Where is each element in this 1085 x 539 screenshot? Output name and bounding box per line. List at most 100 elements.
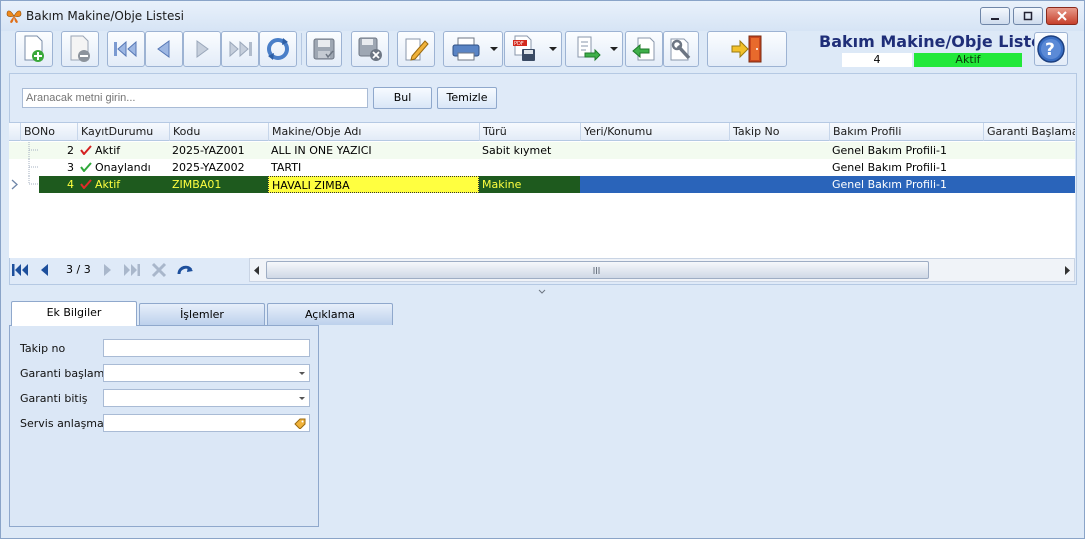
next-record-button[interactable] [183, 31, 221, 67]
restore-icon [1023, 11, 1033, 21]
servis-anlasmasi-field[interactable] [103, 414, 310, 432]
find-button[interactable]: Bul [373, 87, 432, 109]
record-count-badge: 4 [842, 53, 912, 67]
save-button[interactable] [306, 31, 342, 67]
search-input[interactable] [22, 88, 368, 108]
exit-button[interactable] [707, 31, 787, 67]
nav-first-icon[interactable] [11, 262, 29, 278]
scroll-right-icon[interactable] [1063, 266, 1071, 275]
column-header-takip-no[interactable]: Takip No [729, 123, 829, 141]
scrollbar-thumb[interactable] [266, 261, 929, 279]
status-text: Aktif [95, 178, 121, 191]
table-row[interactable]: 3 Onaylandı 2025-YAZ002 TARTI Genel Bakı… [9, 159, 1075, 176]
tab-islemler[interactable]: İşlemler [139, 303, 265, 325]
column-header-kodu[interactable]: Kodu [169, 123, 268, 141]
document-back-icon [632, 37, 655, 61]
print-dropdown-icon [490, 47, 498, 51]
back-button[interactable] [625, 31, 663, 67]
main-window: Bakım Makine/Obje Listesi PDF Bakım Maki… [0, 0, 1085, 539]
cancel-save-icon [358, 37, 382, 61]
nav-refresh-icon[interactable] [176, 262, 194, 278]
clear-button[interactable]: Temizle [437, 87, 497, 109]
minimize-button[interactable] [980, 7, 1010, 25]
splitter-chevron-icon [538, 289, 546, 294]
import-list-icon [577, 36, 601, 62]
table-row[interactable]: 2 Aktif 2025-YAZ001 ALL IN ONE YAZICI Sa… [9, 142, 1075, 159]
status-text: Onaylandı [95, 161, 151, 174]
title-bar: Bakım Makine/Obje Listesi [1, 1, 1084, 31]
print-button[interactable] [443, 31, 503, 67]
chevron-down-icon[interactable] [299, 397, 305, 400]
last-icon [229, 40, 252, 58]
garanti-bitis-date-field[interactable] [103, 389, 310, 407]
next-icon [196, 40, 209, 58]
column-header-yeri-konumu[interactable]: Yeri/Konumu [580, 123, 729, 141]
column-header-bono[interactable]: BONo [20, 123, 77, 141]
settings-button[interactable] [663, 31, 699, 67]
cancel-button[interactable] [351, 31, 389, 67]
delete-record-button[interactable] [61, 31, 99, 67]
page-header-title: Bakım Makine/Obje Listesi [819, 32, 1057, 51]
check-green-icon [80, 162, 92, 172]
column-header-garanti-baslama[interactable]: Garanti Başlama [983, 123, 1075, 141]
column-header-makine-obje-adi[interactable]: Makine/Obje Adı [268, 123, 479, 141]
garanti-baslama-label: Garanti başlama [20, 367, 112, 380]
cell-garanti-baslama [983, 159, 1075, 176]
column-header-bakim-profili[interactable]: Bakım Profili [829, 123, 983, 141]
help-icon: ? [1037, 35, 1065, 63]
nav-last-icon[interactable] [123, 262, 141, 278]
toolbar-separator [301, 33, 302, 65]
cell-takip-no [729, 159, 829, 176]
cell-makine-obje-adi[interactable]: HAVALI ZIMBA [268, 176, 479, 193]
nav-previous-icon[interactable] [37, 262, 51, 278]
tree-line-icon [28, 159, 38, 176]
close-button[interactable] [1046, 7, 1078, 25]
horizontal-scrollbar[interactable] [249, 258, 1075, 282]
help-button[interactable]: ? [1034, 32, 1068, 66]
nav-delete-icon[interactable] [150, 262, 168, 278]
chevron-down-icon[interactable] [299, 372, 305, 375]
pdf-save-icon: PDF [513, 35, 535, 61]
printer-icon [452, 37, 480, 61]
export-pdf-button[interactable]: PDF [504, 31, 562, 67]
cell-garanti-baslama [983, 142, 1075, 159]
new-record-button[interactable] [15, 31, 53, 67]
maximize-button[interactable] [1013, 7, 1043, 25]
close-icon [1057, 11, 1067, 21]
previous-record-button[interactable] [145, 31, 183, 67]
edit-icon [405, 38, 429, 61]
cell-makine-obje-adi: ALL IN ONE YAZICI [271, 144, 372, 157]
cell-kayitdurumu: Onaylandı [77, 159, 169, 176]
tab-ek-bilgiler[interactable]: Ek Bilgiler [11, 301, 137, 326]
cell-yeri-konumu [580, 176, 729, 193]
scroll-left-icon[interactable] [253, 266, 261, 275]
first-icon [114, 40, 137, 58]
svg-text:?: ? [1045, 40, 1055, 60]
cell-bakim-profili: Genel Bakım Profili-1 [832, 178, 947, 191]
import-dropdown-icon [610, 47, 618, 51]
panel-splitter[interactable] [9, 289, 1077, 295]
grid-header: BONo KayıtDurumu Kodu Makine/Obje Adı Tü… [9, 123, 1075, 141]
row-gutter [20, 176, 27, 193]
garanti-bitis-label: Garanti bitiş [20, 392, 88, 405]
garanti-baslama-date-field[interactable] [103, 364, 310, 382]
table-row-selected[interactable]: 4 Aktif ZIMBA01 HAVALI ZIMBA Makine Gene… [9, 176, 1075, 193]
minimize-icon [991, 18, 999, 20]
column-header-kayitdurumu[interactable]: KayıtDurumu [77, 123, 169, 141]
data-grid[interactable]: BONo KayıtDurumu Kodu Makine/Obje Adı Tü… [9, 122, 1075, 258]
takip-no-field[interactable] [103, 339, 310, 357]
last-record-button[interactable] [221, 31, 259, 67]
column-header-turu[interactable]: Türü [479, 123, 580, 141]
edit-button[interactable] [397, 31, 435, 67]
nav-next-icon[interactable] [101, 262, 115, 278]
lookup-icon[interactable] [294, 418, 306, 429]
refresh-button[interactable] [259, 31, 297, 67]
import-button[interactable] [565, 31, 623, 67]
refresh-icon [267, 38, 289, 60]
tree-line-icon [27, 176, 39, 193]
first-record-button[interactable] [107, 31, 145, 67]
cell-takip-no [729, 176, 829, 193]
tab-aciklama[interactable]: Açıklama [267, 303, 393, 325]
check-red-icon [80, 145, 92, 155]
new-document-icon [24, 35, 44, 62]
